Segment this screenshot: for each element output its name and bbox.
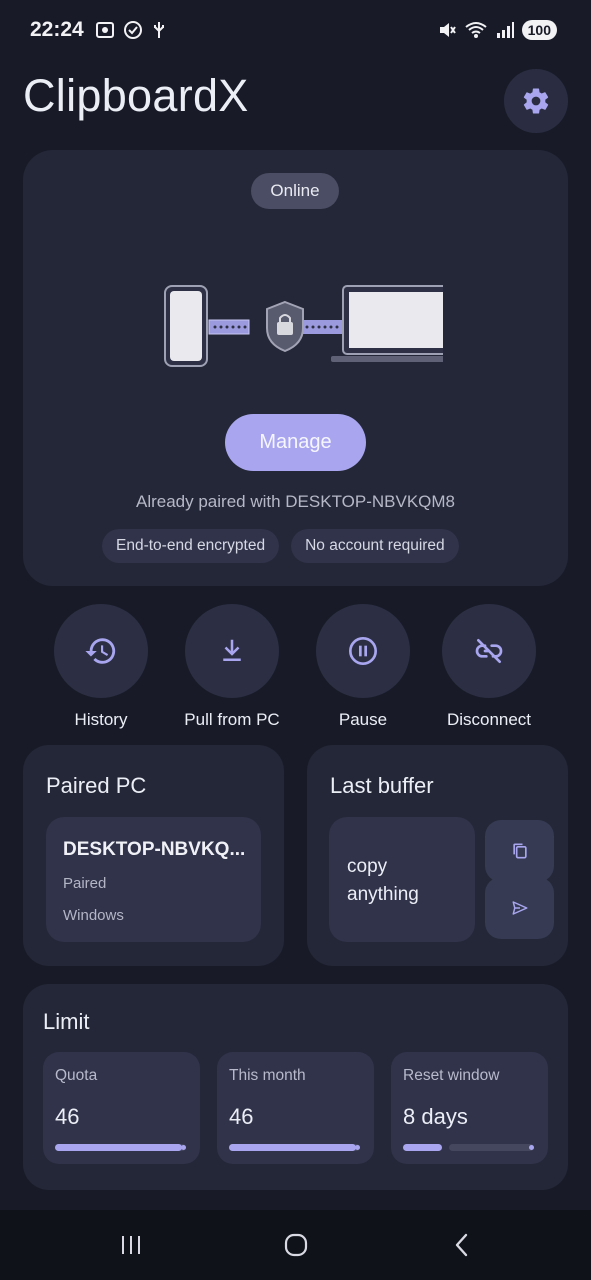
- recents-button[interactable]: [111, 1230, 151, 1260]
- back-button[interactable]: [442, 1230, 482, 1260]
- this-month-progress-bar: [229, 1144, 360, 1151]
- screenshot-icon: [96, 22, 114, 38]
- connection-card: Online Manage Already paired with DESKTO…: [23, 150, 568, 586]
- disconnect-action-circle[interactable]: [442, 604, 536, 698]
- mute-icon: [439, 23, 456, 37]
- reset-window-track-remaining: [449, 1144, 534, 1151]
- home-icon: [284, 1233, 308, 1257]
- check-icon: [124, 21, 142, 39]
- last-buffer-title: Last buffer: [330, 773, 434, 798]
- app-title: ClipboardX: [23, 70, 249, 121]
- pc-status: Paired: [63, 875, 107, 892]
- pc-os: Windows: [63, 907, 124, 924]
- gear-icon: [523, 88, 549, 114]
- pause-label: Pause: [338, 710, 388, 729]
- reset-window-value: 8 days: [403, 1104, 468, 1129]
- system-nav-bar: [0, 1210, 591, 1280]
- settings-button[interactable]: [504, 69, 568, 133]
- status-icons-left: [95, 20, 167, 40]
- this-month-progress-fill: [229, 1144, 357, 1151]
- history-action-circle[interactable]: [54, 604, 148, 698]
- back-icon: [455, 1233, 468, 1257]
- chip-encrypted: End-to-end encrypted: [102, 529, 280, 563]
- quick-actions: History Pull from PC Pause Disconnect: [0, 604, 591, 729]
- quota-progress-bar: [55, 1144, 186, 1151]
- quota-progress-fill: [55, 1144, 183, 1151]
- reset-window-box: Reset window 8 days: [391, 1052, 548, 1164]
- paired-pc-details[interactable]: DESKTOP-NBVKQ... Paired Windows: [46, 817, 261, 942]
- status-icons-right: 100: [437, 20, 557, 40]
- reset-window-progress-fill: [403, 1144, 443, 1151]
- reset-window-progress-end: [529, 1145, 534, 1150]
- pause-action-circle[interactable]: [316, 604, 410, 698]
- quota-label: Quota: [55, 1067, 98, 1084]
- status-badge: Online: [251, 173, 339, 209]
- status-time: 22:24: [30, 18, 84, 41]
- recents-icon: [122, 1236, 140, 1254]
- copy-button[interactable]: [485, 820, 554, 882]
- quota-progress-end: [181, 1145, 186, 1150]
- wifi-icon: [465, 22, 487, 38]
- status-bar: 22:24 100: [0, 0, 591, 62]
- pairing-illustration: [164, 285, 443, 367]
- paired-with-text: Already paired with DESKTOP-NBVKQM8: [135, 492, 456, 511]
- disconnect-button[interactable]: Disconnect: [419, 604, 559, 730]
- this-month-label: This month: [229, 1067, 306, 1084]
- manage-button[interactable]: Manage: [225, 414, 366, 471]
- chip-no-account: No account required: [291, 529, 459, 563]
- limit-title: Limit: [43, 1009, 90, 1034]
- pull-from-pc-label: Pull from PC: [184, 710, 280, 729]
- link-off-icon: [475, 639, 503, 663]
- battery-indicator: 100: [521, 20, 557, 40]
- feature-chips: End-to-end encrypted No account required: [102, 529, 459, 563]
- buffer-text: copy anything: [347, 853, 419, 909]
- pull-from-pc-button[interactable]: Pull from PC: [162, 604, 302, 730]
- buffer-content[interactable]: copy anything: [329, 817, 475, 942]
- download-icon: [223, 639, 241, 661]
- history-icon: [85, 638, 116, 664]
- disconnect-label: Disconnect: [446, 710, 532, 729]
- limit-card: Limit Quota 46 This month 46 Reset windo…: [23, 984, 568, 1190]
- history-label: History: [74, 710, 128, 729]
- send-button[interactable]: [485, 877, 554, 939]
- this-month-value: 46: [229, 1104, 254, 1129]
- buffer-text-line1: copy: [347, 856, 388, 877]
- history-button[interactable]: History: [31, 604, 171, 730]
- paired-pc-title: Paired PC: [46, 773, 147, 798]
- usb-icon: [154, 22, 164, 38]
- send-icon: [512, 901, 527, 915]
- signal-icon: [496, 22, 514, 38]
- paired-pc-card: Paired PC DESKTOP-NBVKQ... Paired Window…: [23, 745, 284, 966]
- pause-button[interactable]: Pause: [293, 604, 433, 730]
- this-month-box: This month 46: [217, 1052, 374, 1164]
- copy-icon: [512, 843, 527, 859]
- home-button[interactable]: [276, 1230, 316, 1260]
- last-buffer-card: Last buffer copy anything: [307, 745, 568, 966]
- reset-window-progress-bar: [403, 1144, 534, 1151]
- buffer-text-line2: anything: [347, 884, 419, 905]
- this-month-progress-end: [355, 1145, 360, 1150]
- quota-value: 46: [55, 1104, 80, 1129]
- reset-window-label: Reset window: [403, 1067, 500, 1084]
- pc-name: DESKTOP-NBVKQ...: [63, 839, 246, 860]
- pause-icon: [349, 637, 377, 665]
- pull-action-circle[interactable]: [185, 604, 279, 698]
- quota-box: Quota 46: [43, 1052, 200, 1164]
